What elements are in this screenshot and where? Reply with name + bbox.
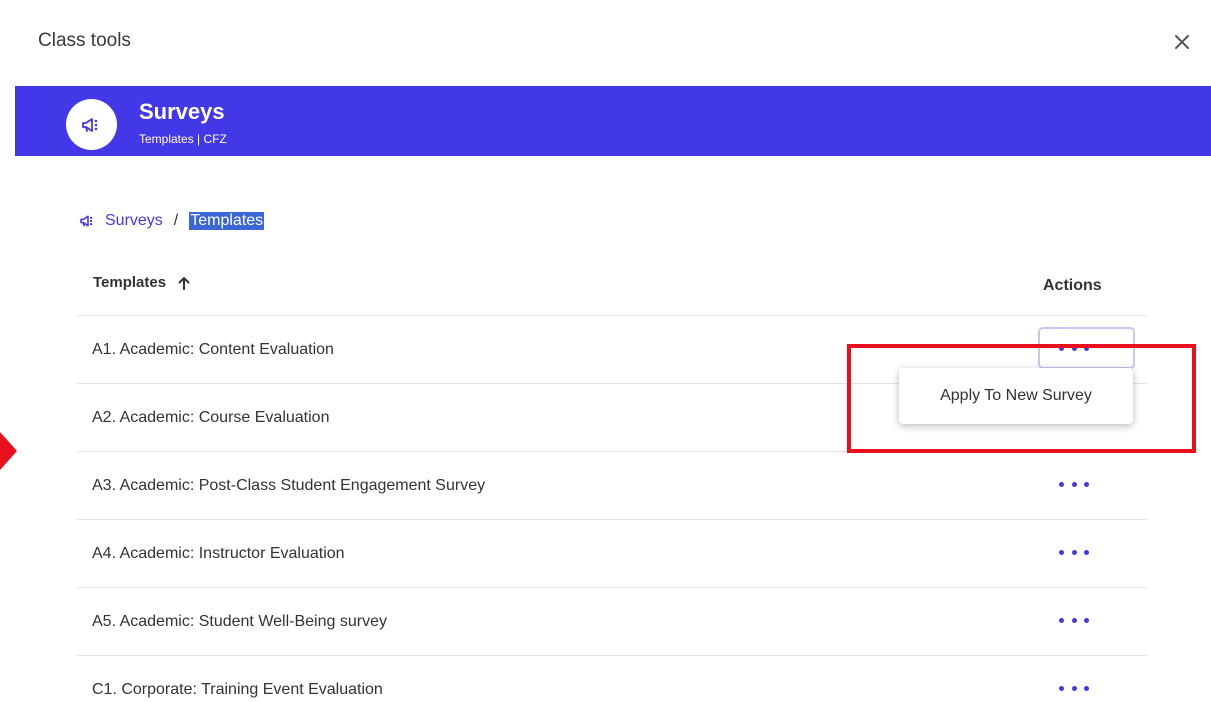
breadcrumb-surveys-link[interactable]: Surveys [105,212,163,230]
close-button[interactable] [1170,30,1194,54]
table-row: A3. Academic: Post-Class Student Engagem… [77,451,1147,519]
templates-column-header[interactable]: Templates [93,274,190,291]
banner-subtitle: Templates | CFZ [139,132,227,146]
arrow-up-icon [178,276,190,290]
megaphone-icon [81,117,97,132]
banner-title: Surveys [139,99,225,124]
banner-avatar [66,99,117,150]
annotation-arrow [0,432,17,470]
tool-banner: Surveys Templates | CFZ [15,86,1211,156]
table-row: A4. Academic: Instructor Evaluation [77,519,1147,587]
table-row: C1. Corporate: Training Event Evaluation [77,655,1147,702]
more-horizontal-icon[interactable] [1059,482,1089,492]
templates-header-label: Templates [93,274,167,291]
row-label: A2. Academic: Course Evaluation [92,409,330,426]
table-row: A5. Academic: Student Well-Being survey [77,587,1147,655]
row-label: A4. Academic: Instructor Evaluation [92,545,345,562]
actions-column-header: Actions [1043,277,1102,294]
row-label: A1. Academic: Content Evaluation [92,341,334,358]
breadcrumb-separator: / [173,212,179,229]
more-horizontal-icon[interactable] [1059,550,1089,560]
close-icon [1175,35,1189,49]
more-horizontal-icon[interactable] [1059,686,1089,696]
row-label: A3. Academic: Post-Class Student Engagem… [92,477,486,494]
breadcrumb-current: Templates [189,212,265,230]
dialog-title: Class tools [38,30,131,51]
breadcrumb: Surveys / Templates [79,209,265,233]
megaphone-icon [80,215,93,227]
more-horizontal-icon[interactable] [1059,618,1089,628]
annotation-highlight-box [847,344,1196,453]
row-label: C1. Corporate: Training Event Evaluation [92,681,383,698]
row-label: A5. Academic: Student Well-Being survey [92,613,387,630]
